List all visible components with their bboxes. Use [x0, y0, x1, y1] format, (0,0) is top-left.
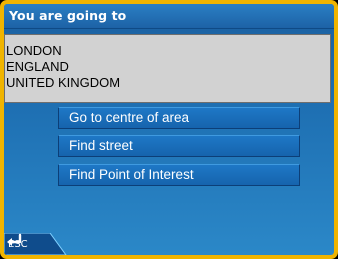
esc-button[interactable]: ESC — [4, 233, 68, 255]
destination-region: ENGLAND — [6, 59, 69, 74]
destination-city: LONDON — [6, 43, 62, 58]
go-to-centre-of-area-button[interactable]: Go to centre of area — [58, 107, 300, 129]
device-bezel: You are going to LONDON ENGLAND UNITED K… — [0, 0, 338, 259]
title-bar: You are going to — [4, 4, 334, 29]
find-street-button[interactable]: Find street — [58, 135, 300, 157]
page-title: You are going to — [9, 8, 127, 23]
destination-box: LONDON ENGLAND UNITED KINGDOM — [4, 34, 331, 103]
destination-country: UNITED KINGDOM — [6, 75, 121, 90]
navigation-screen: You are going to LONDON ENGLAND UNITED K… — [4, 4, 334, 255]
find-point-of-interest-button[interactable]: Find Point of Interest — [58, 164, 300, 186]
return-arrow-icon — [7, 233, 22, 246]
